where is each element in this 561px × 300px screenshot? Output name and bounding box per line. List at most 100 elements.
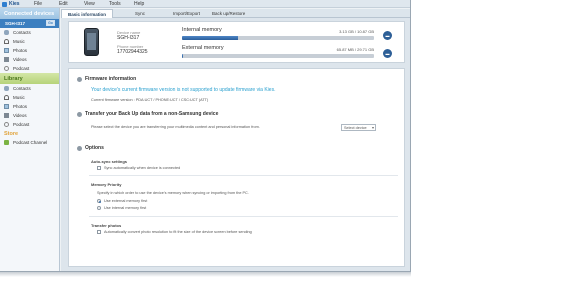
device-name-label: SGH-I317 xyxy=(5,21,26,26)
options-title-text: Options xyxy=(85,145,104,151)
sidebar-item-library-podcast[interactable]: Podcast xyxy=(0,120,59,129)
sidebar-item-library-videos[interactable]: Videos xyxy=(0,111,59,120)
podcast-icon xyxy=(4,122,9,127)
divider xyxy=(89,175,398,176)
podcast-icon xyxy=(4,66,9,71)
auto-sync-label: Sync automatically when device is connec… xyxy=(104,166,181,170)
transfer-title-text: Transfer your Back Up data from a non-Sa… xyxy=(85,111,219,117)
music-icon xyxy=(4,95,9,100)
sidebar-item-library-photos[interactable]: Photos xyxy=(0,102,59,111)
internal-memory-label: Internal memory xyxy=(182,27,222,33)
connected-devices-header: Connected devices xyxy=(0,8,59,19)
sidebar-item-device-videos[interactable]: Videos xyxy=(0,55,59,64)
sidebar-item-podcast-channel[interactable]: Podcast Channel xyxy=(0,138,59,147)
transfer-photos-checkbox[interactable] xyxy=(97,230,101,234)
app-title-text: Kies xyxy=(9,0,20,7)
tab-bar: Basic information Sync Import/Export Bac… xyxy=(61,9,410,18)
library-header: Library xyxy=(0,73,59,84)
internal-memory-bar xyxy=(182,36,374,40)
internal-memory-folder-button[interactable]: ▬ xyxy=(383,31,392,40)
contacts-icon xyxy=(4,30,9,35)
device-go-button[interactable]: Go xyxy=(46,20,55,26)
menu-tools[interactable]: Tools xyxy=(109,1,134,7)
firmware-warning: Your device's current firmware version i… xyxy=(91,87,276,93)
sidebar-device-selected[interactable]: SGH-I317 Go xyxy=(0,19,59,28)
firmware-version: Current firmware version : PDA:UCT / PHO… xyxy=(91,98,209,102)
kies-window: Kies File Edit View Tools Help Connected… xyxy=(0,0,411,272)
window-shadow xyxy=(0,272,411,277)
sidebar-item-label: Photos xyxy=(13,104,28,109)
videos-icon xyxy=(4,57,9,62)
auto-sync-heading: Auto-sync settings xyxy=(91,159,128,164)
phone-number-value: 17702944325 xyxy=(117,49,148,55)
external-memory-fill xyxy=(182,54,183,58)
device-summary-card: Device name SGH-I317 Phone number 177029… xyxy=(68,21,405,63)
sidebar-item-label: Photos xyxy=(13,48,28,53)
photos-icon xyxy=(4,104,9,109)
sidebar-item-device-podcast[interactable]: Podcast xyxy=(0,64,59,73)
menu-bar: File Edit View Tools Help xyxy=(34,1,159,7)
videos-icon xyxy=(4,113,9,118)
tab-sync[interactable]: Sync xyxy=(113,9,167,17)
contacts-icon xyxy=(4,86,9,91)
sidebar-item-label: Videos xyxy=(13,57,27,62)
transfer-photos-label: Automatically convert photo resolution t… xyxy=(104,230,252,234)
tab-backup-restore[interactable]: Back up/Restore xyxy=(206,9,251,17)
photos-icon xyxy=(4,48,9,53)
internal-memory-first-label: Use internal memory first xyxy=(104,206,147,210)
internal-memory-fill xyxy=(182,36,238,40)
title-bar: Kies File Edit View Tools Help xyxy=(0,0,410,8)
memory-priority-description: Specify in which order to use the device… xyxy=(97,191,249,195)
transfer-photos-heading: Transfer photos xyxy=(91,223,122,228)
kies-logo-icon xyxy=(2,1,7,7)
external-memory-folder-button[interactable]: ▬ xyxy=(383,49,392,58)
external-memory-first-radio[interactable] xyxy=(97,199,101,203)
firmware-title-text: Firmware information xyxy=(85,76,137,82)
device-name-value: SGH-I317 xyxy=(117,35,140,41)
menu-help[interactable]: Help xyxy=(134,1,159,7)
sidebar-item-label: Podcast xyxy=(13,66,30,71)
collapse-bullet-icon xyxy=(77,111,82,117)
sidebar-item-label: Music xyxy=(13,95,25,100)
sidebar-item-library-contacts[interactable]: Contacts xyxy=(0,84,59,93)
menu-edit[interactable]: Edit xyxy=(59,1,84,7)
collapse-bullet-icon xyxy=(77,76,82,82)
external-memory-label: External memory xyxy=(182,45,224,51)
music-icon xyxy=(4,39,9,44)
divider xyxy=(89,216,398,217)
transfer-description: Please select the device you are transfe… xyxy=(91,125,260,129)
podcast-channel-icon xyxy=(4,140,9,145)
internal-memory-size: 3.13 GB / 10.87 GB xyxy=(339,29,374,34)
external-memory-size: 65.87 MB / 29.71 GB xyxy=(336,47,374,52)
collapse-bullet-icon xyxy=(77,145,82,151)
info-panel: Firmware information Your device's curre… xyxy=(68,68,405,267)
sidebar: Connected devices SGH-I317 Go Contacts M… xyxy=(0,8,60,271)
sidebar-item-library-music[interactable]: Music xyxy=(0,93,59,102)
sidebar-item-device-contacts[interactable]: Contacts xyxy=(0,28,59,37)
firmware-section-title[interactable]: Firmware information xyxy=(77,76,136,82)
sidebar-item-device-photos[interactable]: Photos xyxy=(0,46,59,55)
tab-import-export[interactable]: Import/Export xyxy=(167,9,206,17)
external-memory-first-label: Use external memory first xyxy=(104,199,148,203)
internal-memory-first-radio[interactable] xyxy=(97,206,101,210)
sidebar-item-label: Podcast xyxy=(13,122,30,127)
sidebar-item-device-music[interactable]: Music xyxy=(0,37,59,46)
menu-file[interactable]: File xyxy=(34,1,59,7)
sidebar-item-label: Contacts xyxy=(13,30,31,35)
auto-sync-checkbox[interactable] xyxy=(97,166,101,170)
sidebar-item-label: Podcast Channel xyxy=(13,140,48,145)
memory-priority-heading: Memory Priority xyxy=(91,182,122,187)
options-section-title[interactable]: Options xyxy=(77,145,104,151)
menu-view[interactable]: View xyxy=(84,1,109,7)
transfer-section-title[interactable]: Transfer your Back Up data from a non-Sa… xyxy=(77,111,218,117)
tab-basic-information[interactable]: Basic information xyxy=(61,9,114,18)
sidebar-item-label: Videos xyxy=(13,113,27,118)
select-device-dropdown[interactable]: Select device xyxy=(341,124,376,131)
main-content: Device name SGH-I317 Phone number 177029… xyxy=(61,18,410,271)
external-memory-bar xyxy=(182,54,374,58)
app-title: Kies xyxy=(0,1,34,7)
sidebar-item-label: Contacts xyxy=(13,86,31,91)
phone-image xyxy=(84,28,99,56)
sidebar-item-label: Music xyxy=(13,39,25,44)
store-header: Store xyxy=(4,131,19,137)
